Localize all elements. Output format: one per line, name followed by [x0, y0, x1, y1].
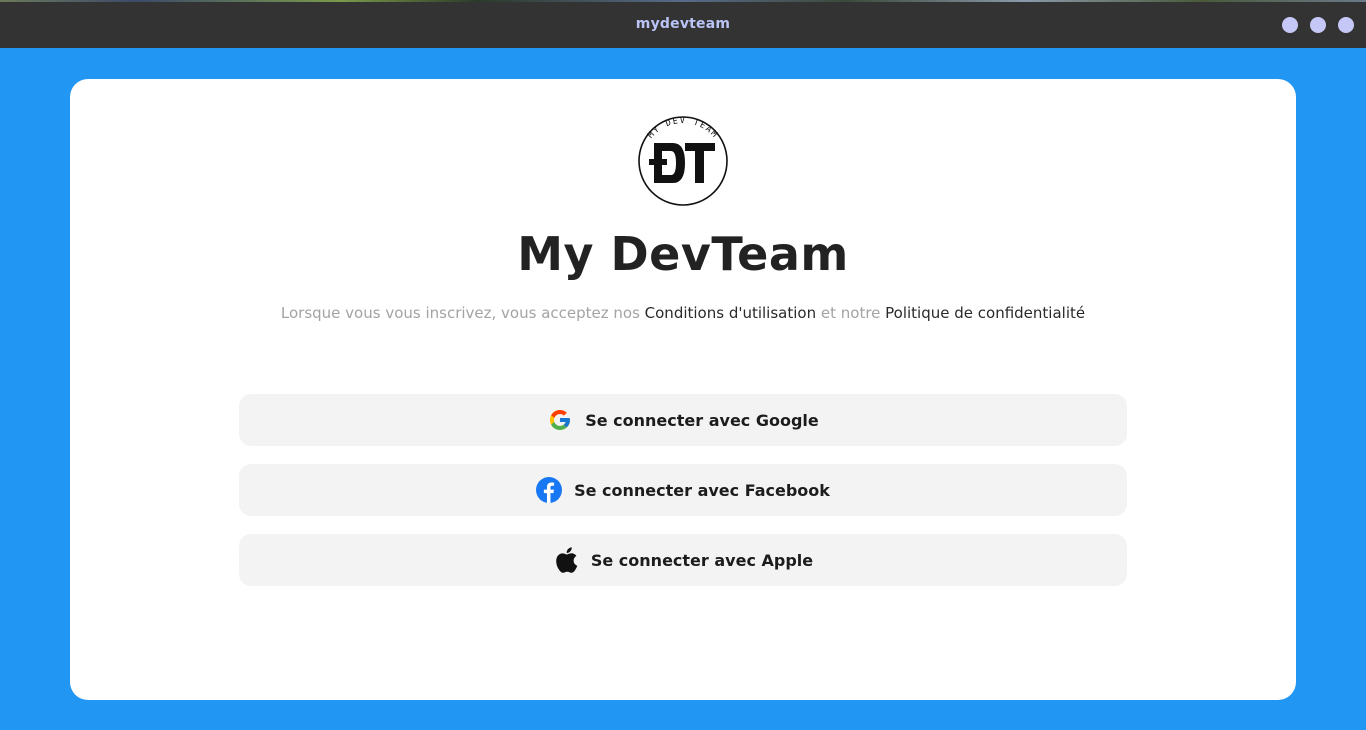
terms-of-use-link[interactable]: Conditions d'utilisation [645, 304, 816, 322]
terms-middle: et notre [816, 304, 886, 322]
desktop-wallpaper-strip [0, 0, 1366, 2]
window-titlebar: mydevteam [0, 0, 1366, 48]
terms-notice: Lorsque vous vous inscrivez, vous accept… [70, 304, 1296, 322]
minimize-button[interactable] [1282, 17, 1298, 33]
facebook-signin-button[interactable]: Se connecter avec Facebook [239, 464, 1127, 516]
login-card: MY DEV TEAM My DevTeam Lorsque vous vous… [70, 79, 1296, 700]
apple-signin-label: Se connecter avec Apple [590, 550, 814, 570]
app-logo: MY DEV TEAM [637, 113, 729, 207]
privacy-policy-link[interactable]: Politique de confidentialité [885, 304, 1085, 322]
window-controls [1282, 17, 1354, 33]
apple-icon [553, 547, 579, 573]
close-button[interactable] [1338, 17, 1354, 33]
app-title: My DevTeam [517, 227, 849, 281]
google-signin-label: Se connecter avec Google [585, 410, 819, 430]
maximize-button[interactable] [1310, 17, 1326, 33]
terms-prefix: Lorsque vous vous inscrivez, vous accept… [280, 304, 645, 322]
google-signin-button[interactable]: Se connecter avec Google [239, 394, 1127, 446]
facebook-signin-label: Se connecter avec Facebook [574, 480, 830, 500]
apple-signin-button[interactable]: Se connecter avec Apple [239, 534, 1127, 586]
facebook-icon [536, 477, 563, 503]
window-title: mydevteam [635, 16, 731, 32]
google-icon [547, 407, 573, 433]
